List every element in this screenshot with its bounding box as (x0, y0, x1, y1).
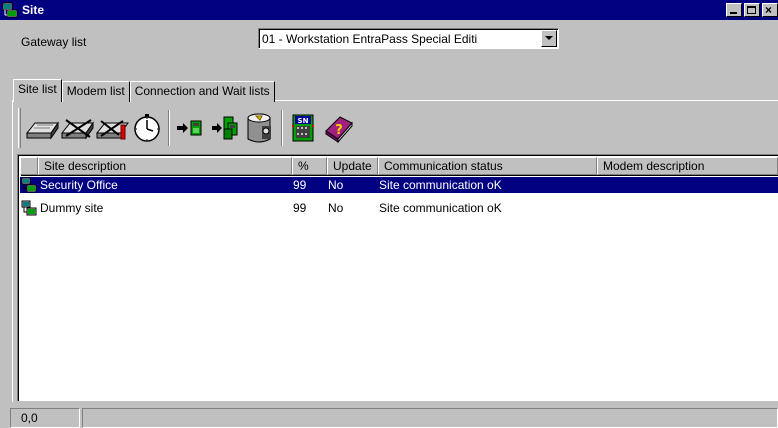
svg-text:SN: SN (298, 117, 309, 125)
site-description: Dummy site (40, 201, 104, 215)
site-modem-description (598, 200, 778, 216)
site-window: Site × Gateway list 01 - Workstation Ent… (0, 0, 778, 428)
tab-strip: Site list Modem list Connection and Wait… (13, 79, 275, 102)
maximize-icon (747, 6, 756, 14)
help-book-icon: ? (325, 116, 353, 143)
column-header-modem-description[interactable]: Modem description (597, 157, 778, 175)
site-update: No (328, 201, 344, 215)
site-communication-status: Site communication oK (379, 201, 502, 215)
gateway-list-label: Gateway list (21, 35, 87, 49)
site-communication-status: Site communication oK (379, 178, 502, 192)
serial-number-icon: SN (292, 114, 314, 142)
minimize-button[interactable] (726, 3, 742, 17)
site-description: Security Office (40, 178, 118, 192)
column-header-site-description[interactable]: Site description (38, 157, 292, 175)
help-button[interactable]: ? (321, 110, 355, 146)
database-button[interactable] (243, 110, 277, 146)
toolbar-separator (281, 110, 283, 146)
tab-connection-wait-lists[interactable]: Connection and Wait lists (129, 81, 275, 102)
serial-number-button[interactable]: SN (286, 110, 320, 146)
modem-disabled-icon (60, 119, 94, 140)
status-bar: 0,0 (0, 405, 778, 428)
modem-reset-icon (95, 120, 129, 140)
site-icon (21, 200, 37, 216)
send-to-controllers-icon (212, 116, 238, 140)
status-message (82, 408, 778, 428)
site-list-view[interactable]: Site description % Update Communication … (17, 154, 778, 401)
window-title: Site (22, 3, 45, 17)
send-to-controllers-button[interactable] (208, 110, 242, 146)
time-button[interactable] (130, 110, 164, 146)
title-bar[interactable]: Site × (0, 0, 778, 20)
close-icon: × (765, 3, 773, 17)
chevron-down-icon[interactable] (541, 30, 557, 47)
gateway-selected-value: 01 - Workstation EntraPass Special Editi (262, 32, 478, 46)
column-header-icon[interactable] (20, 157, 38, 175)
maximize-button[interactable] (744, 3, 760, 17)
table-row[interactable]: Security Office 99 No Site communication… (20, 177, 778, 193)
database-icon (247, 113, 271, 143)
minimize-icon (730, 12, 737, 14)
modem-disconnect-button[interactable] (60, 110, 94, 146)
table-row[interactable]: Dummy site 99 No Site communication oK (20, 200, 778, 216)
site-icon (21, 177, 37, 193)
toolbar-separator (168, 110, 170, 146)
send-to-controller-icon (177, 120, 202, 136)
site-percent: 99 (293, 178, 307, 192)
modem-reset-button[interactable] (95, 110, 129, 146)
toolbar: SN ? (18, 106, 356, 150)
gateway-list-dropdown[interactable]: 01 - Workstation EntraPass Special Editi (258, 28, 559, 49)
site-modem-description (598, 177, 778, 193)
toolbar-grip[interactable] (18, 108, 21, 148)
tab-modem-list[interactable]: Modem list (61, 81, 130, 102)
tab-site-list[interactable]: Site list (13, 79, 62, 102)
close-button[interactable]: × (762, 3, 778, 17)
modem-button[interactable] (25, 110, 59, 146)
status-position: 0,0 (10, 408, 80, 428)
list-header: Site description % Update Communication … (20, 157, 778, 175)
clock-icon (134, 114, 160, 142)
site-update: No (328, 178, 344, 192)
column-header-update[interactable]: Update (327, 157, 378, 175)
site-app-icon (2, 2, 18, 18)
svg-text:?: ? (335, 123, 343, 138)
modem-icon (25, 121, 59, 140)
column-header-communication-status[interactable]: Communication status (378, 157, 597, 175)
column-header-percent[interactable]: % (292, 157, 327, 175)
send-to-controller-button[interactable] (173, 110, 207, 146)
site-percent: 99 (293, 201, 307, 215)
